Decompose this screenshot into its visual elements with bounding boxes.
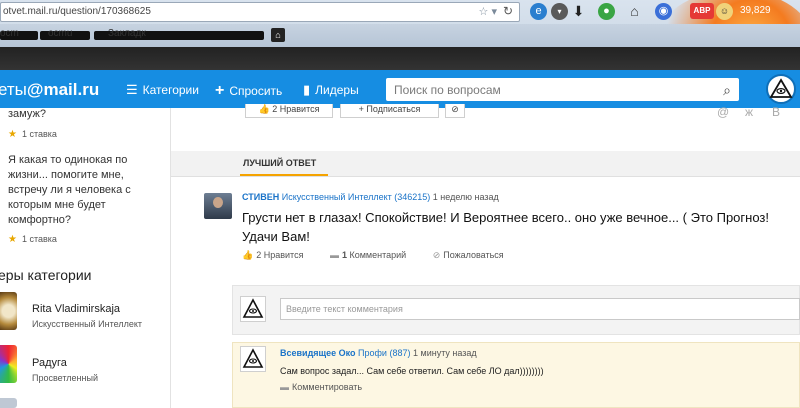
leader-name[interactable]: Rita Vladimirskaja bbox=[32, 303, 120, 315]
address-bar[interactable]: otvet.mail.ru/question/170368625 ☆ ▾ ↻ bbox=[0, 2, 520, 22]
nav-categories[interactable]: ☰ Категории bbox=[126, 82, 199, 98]
eye-triangle-icon bbox=[242, 298, 264, 318]
eye-triangle-icon bbox=[242, 348, 264, 368]
thumb-up-icon: 👍 bbox=[258, 104, 270, 114]
star-icon: ★ bbox=[8, 234, 17, 245]
best-answer-underline bbox=[240, 174, 328, 176]
search-input[interactable] bbox=[386, 78, 706, 101]
comments-label: Комментарий bbox=[349, 250, 407, 260]
answer-comments-button[interactable]: ▬ 1 Комментарий bbox=[330, 250, 418, 260]
avatar bbox=[240, 296, 266, 322]
comment-meta: Всевидящее Око Профи (887) 1 минуту наза… bbox=[280, 348, 477, 358]
comment-icon: ▬ bbox=[329, 250, 339, 260]
comment-text: Сам вопрос задал... Сам себе ответил. Са… bbox=[280, 366, 544, 376]
comments-count: 1 bbox=[341, 250, 347, 260]
leader-name[interactable]: Радуга bbox=[32, 357, 67, 369]
site-logo[interactable]: еты@mail.ru bbox=[0, 80, 99, 100]
download-icon[interactable]: ⬇ bbox=[570, 3, 587, 20]
leaders-title: еры категории bbox=[0, 267, 92, 283]
sidebar-rating: ★ 1 ставка bbox=[8, 234, 57, 245]
adblock-icon[interactable]: ABP bbox=[690, 3, 714, 19]
logo-brand: @mail.ru bbox=[26, 80, 100, 99]
like-button[interactable]: 👍 2 Нравится bbox=[245, 104, 333, 118]
sidebar-rating-label: 1 ставка bbox=[21, 129, 57, 139]
bar-chart-icon: ▮ bbox=[303, 82, 311, 97]
subscribe-label: Подписаться bbox=[366, 104, 421, 114]
nav-leaders-label: Лидеры bbox=[315, 83, 359, 97]
sidebar-rating-label: 1 ставка bbox=[21, 234, 57, 244]
toolbar-strip bbox=[0, 47, 800, 70]
menu-arrow-icon[interactable]: ▾ bbox=[551, 3, 568, 20]
reload-icon[interactable]: ↻ bbox=[500, 4, 516, 20]
bookmark-item[interactable]: ocmu bbox=[48, 28, 72, 39]
subscribe-button[interactable]: + Подписаться bbox=[340, 104, 439, 118]
share-vk-icon[interactable]: В bbox=[772, 105, 780, 119]
bookmark-item[interactable]: ocm bbox=[0, 28, 19, 39]
nav-categories-label: Категории bbox=[142, 83, 199, 97]
avatar[interactable] bbox=[204, 193, 232, 219]
nav-leaders[interactable]: ▮ Лидеры bbox=[303, 82, 359, 98]
address-url[interactable]: otvet.mail.ru/question/170368625 bbox=[3, 6, 151, 17]
sidebar-question[interactable]: замуж? bbox=[8, 107, 46, 122]
block-icon: ⊘ bbox=[451, 104, 459, 114]
share-at-icon[interactable]: @ bbox=[717, 105, 729, 119]
eye-triangle-icon bbox=[769, 78, 793, 98]
comment-author[interactable]: Всевидящее Око bbox=[280, 348, 356, 358]
thumb-up-icon: 👍 bbox=[242, 250, 254, 260]
comment-icon: ▬ bbox=[280, 382, 289, 392]
site-header: еты@mail.ru ☰ Категории + Спросить ▮ Лидеры… bbox=[0, 70, 800, 108]
counter-badge: 39,829 bbox=[740, 5, 771, 16]
report-label: Пожаловаться bbox=[443, 250, 504, 260]
comment-reply-button[interactable]: ▬ Комментировать bbox=[280, 382, 362, 392]
answer-time: 1 неделю назад bbox=[432, 192, 499, 202]
addon-face-icon[interactable]: ☺ bbox=[716, 3, 733, 20]
avatar[interactable] bbox=[0, 398, 17, 408]
share-ok-icon[interactable]: ж bbox=[745, 105, 753, 119]
addon-green-icon[interactable]: ● bbox=[598, 3, 615, 20]
face-icon bbox=[213, 197, 223, 208]
report-button[interactable]: ⊘ bbox=[445, 104, 465, 118]
nav-ask[interactable]: + Спросить bbox=[215, 82, 282, 100]
answer-like-button[interactable]: 👍 2 Нравится bbox=[242, 250, 315, 260]
answer-report-button[interactable]: ⊘ Пожаловаться bbox=[433, 250, 516, 260]
avatar[interactable] bbox=[0, 292, 17, 330]
sidebar-rating: ★ 1 ставка bbox=[8, 129, 57, 140]
block-icon: ⊘ bbox=[432, 250, 441, 260]
best-answer-label: ЛУЧШИЙ ОТВЕТ bbox=[243, 158, 317, 168]
answer-author[interactable]: СТИВЕН bbox=[242, 192, 279, 202]
comment-rank: Профи (887) bbox=[358, 348, 411, 358]
leader-role: Просветленный bbox=[32, 373, 98, 383]
plus-icon: + bbox=[215, 82, 225, 99]
avatar[interactable] bbox=[240, 346, 266, 372]
addon-blue-icon[interactable]: ◉ bbox=[655, 3, 672, 20]
answer-meta: СТИВЕН Искусственный Интеллект (346215) … bbox=[242, 192, 499, 202]
addon-globe-icon[interactable]: e bbox=[530, 3, 547, 20]
avatar[interactable] bbox=[766, 74, 796, 104]
answer-actions: 👍 2 Нравится ▬ 1 Комментарий ⊘ Пожаловаться bbox=[242, 250, 528, 261]
like-label: 2 Нравится bbox=[272, 104, 320, 114]
comment-input[interactable] bbox=[280, 298, 800, 320]
answer-like-label: 2 Нравится bbox=[256, 250, 304, 260]
star-icon: ★ bbox=[8, 129, 17, 140]
search-icon[interactable]: ⌕ bbox=[723, 82, 731, 99]
home-icon[interactable]: ⌂ bbox=[626, 3, 643, 20]
comment-reply-label: Комментировать bbox=[292, 382, 363, 392]
plus-icon: + bbox=[358, 104, 364, 114]
nav-ask-label: Спросить bbox=[229, 84, 283, 98]
star-icon[interactable]: ☆ ▾ bbox=[479, 5, 497, 18]
sidebar-question[interactable]: Я какая то одинокая по жизни... помогите… bbox=[8, 153, 148, 228]
leader-role: Искусственный Интеллект bbox=[32, 319, 142, 329]
avatar[interactable] bbox=[0, 345, 17, 383]
home-bookmark-icon[interactable]: ⌂ bbox=[271, 28, 285, 42]
list-icon: ☰ bbox=[126, 82, 138, 97]
answer-text: Грусти нет в глазах! Спокойствие! И Веро… bbox=[242, 210, 769, 244]
answer-rank: Искусственный Интеллект (346215) bbox=[281, 192, 431, 202]
bookmark-item[interactable]: Закладк bbox=[108, 28, 146, 39]
comment-time: 1 минуту назад bbox=[413, 348, 477, 358]
search-box: ⌕ bbox=[386, 78, 739, 101]
logo-prefix: еты bbox=[0, 80, 27, 99]
